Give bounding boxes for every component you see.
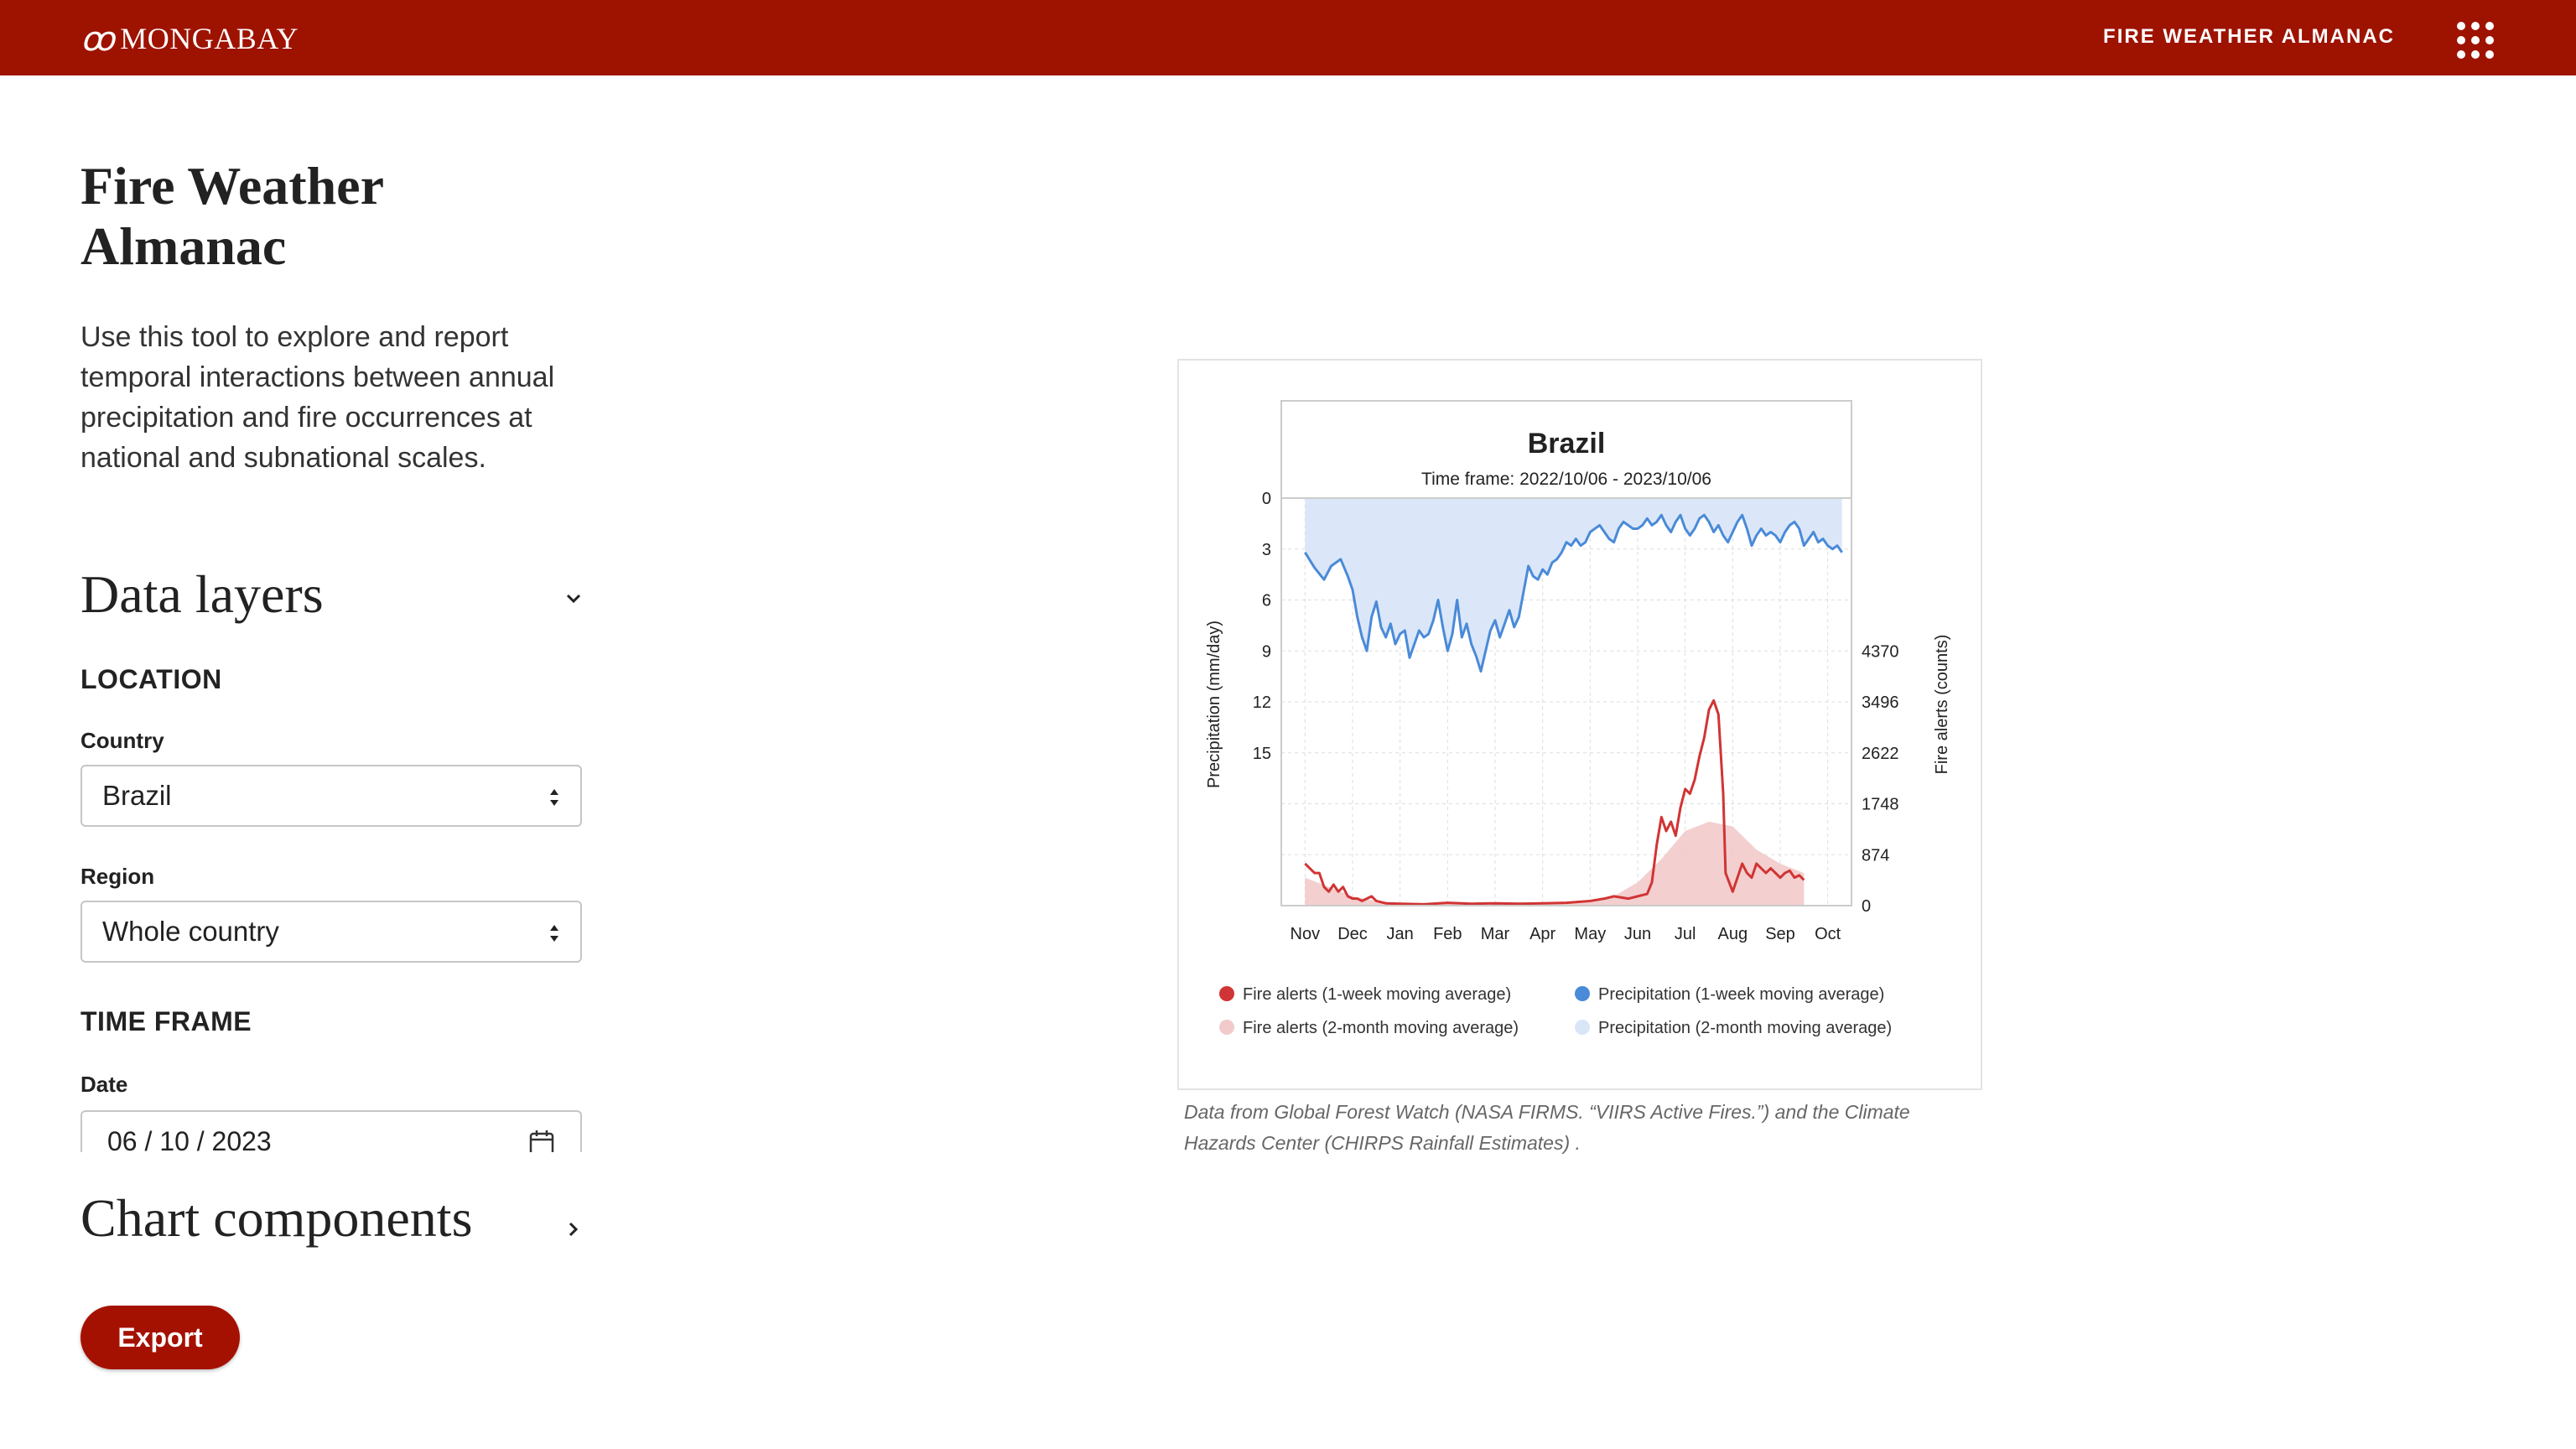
precipitation-2month-area [1305, 498, 1842, 672]
calendar-icon[interactable] [528, 1129, 555, 1152]
export-button[interactable]: Export [80, 1306, 240, 1369]
region-select-value: Whole country [102, 916, 279, 947]
x-tick-label: Oct [1815, 925, 1841, 943]
legend-marker [1219, 986, 1234, 1001]
time-frame-group-label: TIME FRAME [80, 1006, 252, 1036]
logo-text: MONGABAY [120, 22, 299, 55]
region-label: Region [80, 864, 155, 889]
chevron-down-icon [566, 594, 581, 604]
mongabay-logo-icon: ꝏ [80, 19, 116, 58]
legend-item-label: Precipitation (1-week moving average) [1598, 985, 1884, 1004]
mongabay-logo[interactable]: ꝏ MONGABAY [80, 19, 299, 58]
y-right-tick-label: 874 [1862, 846, 1889, 865]
chart-subtitle: Time frame: 2022/10/06 - 2023/10/06 [1421, 470, 1711, 489]
x-tick-label: Sep [1765, 925, 1795, 943]
apps-grid-icon[interactable] [2457, 22, 2494, 59]
date-input[interactable]: 06 / 10 / 2023 [80, 1110, 582, 1152]
chart-components-toggle[interactable]: Chart components [80, 1187, 584, 1249]
fire-alerts-2month-area [1305, 821, 1805, 906]
select-arrows-icon [550, 789, 558, 806]
x-tick-label: Jan [1387, 925, 1414, 943]
legend-marker [1575, 1020, 1590, 1035]
top-navigation-bar: ꝏ MONGABAY FIRE WEATHER ALMANAC [0, 0, 2576, 75]
x-tick-label: May [1574, 925, 1606, 943]
x-tick-label: Aug [1718, 925, 1748, 943]
y-right-tick-label: 3496 [1862, 693, 1899, 712]
region-select[interactable]: Whole country [80, 901, 582, 963]
y-left-tick-label: 3 [1262, 541, 1271, 559]
legend-marker [1219, 1020, 1234, 1035]
y-left-tick-label: 15 [1253, 745, 1271, 763]
date-input-value: 06 / 10 / 2023 [107, 1126, 272, 1152]
legend-item-label: Fire alerts (1-week moving average) [1243, 985, 1511, 1004]
y-right-axis-label: Fire alerts (counts) [1933, 635, 1951, 775]
x-tick-label: Jul [1675, 925, 1696, 943]
country-select-value: Brazil [102, 780, 172, 811]
page-title: Fire Weather Almanac [80, 156, 383, 276]
x-tick-label: Jun [1624, 925, 1651, 943]
intro-text: Use this tool to explore and report temp… [80, 321, 555, 474]
y-right-tick-label: 0 [1862, 897, 1871, 916]
plot-area: 0 3 6 9 12 15 0 874 1748 2622 3496 4370 Nov Dec Jan Feb… [1253, 490, 1899, 943]
x-tick-label: Apr [1530, 925, 1555, 943]
y-left-tick-label: 6 [1262, 592, 1271, 610]
legend-item-label: Precipitation (2-month moving average) [1598, 1019, 1892, 1037]
y-left-tick-label: 0 [1262, 490, 1271, 508]
legend-item-label: Fire alerts (2-month moving average) [1243, 1019, 1519, 1037]
x-tick-label: Nov [1291, 925, 1321, 943]
chevron-right-icon [569, 1222, 579, 1237]
y-left-tick-label: 12 [1253, 693, 1271, 712]
x-tick-label: Dec [1337, 925, 1368, 943]
legend-marker [1575, 986, 1590, 1001]
country-label: Country [80, 728, 164, 753]
country-select[interactable]: Brazil [80, 765, 582, 827]
chart-legend: Fire alerts (1-week moving average) Preci… [1219, 985, 1892, 1037]
y-right-tick-label: 4370 [1862, 642, 1899, 661]
data-layers-toggle[interactable]: Data layers [80, 564, 584, 626]
location-group-label: LOCATION [80, 664, 222, 694]
y-right-tick-label: 1748 [1862, 796, 1899, 814]
chart-card: Brazil Time frame: 2022/10/06 - 2023/10/… [1177, 359, 1982, 1090]
y-right-tick-label: 2622 [1862, 745, 1899, 763]
nav-title-link[interactable]: FIRE WEATHER ALMANAC [2103, 25, 2395, 49]
chart-source-caption: Data from Global Forest Watch (NASA FIRM… [1184, 1101, 1910, 1154]
chart-title: Brazil [1528, 428, 1606, 460]
chart-svg: Brazil Time frame: 2022/10/06 - 2023/10/… [1205, 400, 1951, 1037]
date-label: Date [80, 1072, 128, 1097]
chart-components-heading: Chart components [80, 1188, 473, 1248]
y-left-axis-label: Precipitation (mm/day) [1205, 621, 1223, 788]
select-arrows-icon [550, 925, 558, 942]
data-layers-heading: Data layers [80, 564, 324, 624]
x-tick-label: Feb [1433, 925, 1462, 943]
x-tick-label: Mar [1481, 925, 1510, 943]
y-left-tick-label: 9 [1262, 642, 1271, 661]
